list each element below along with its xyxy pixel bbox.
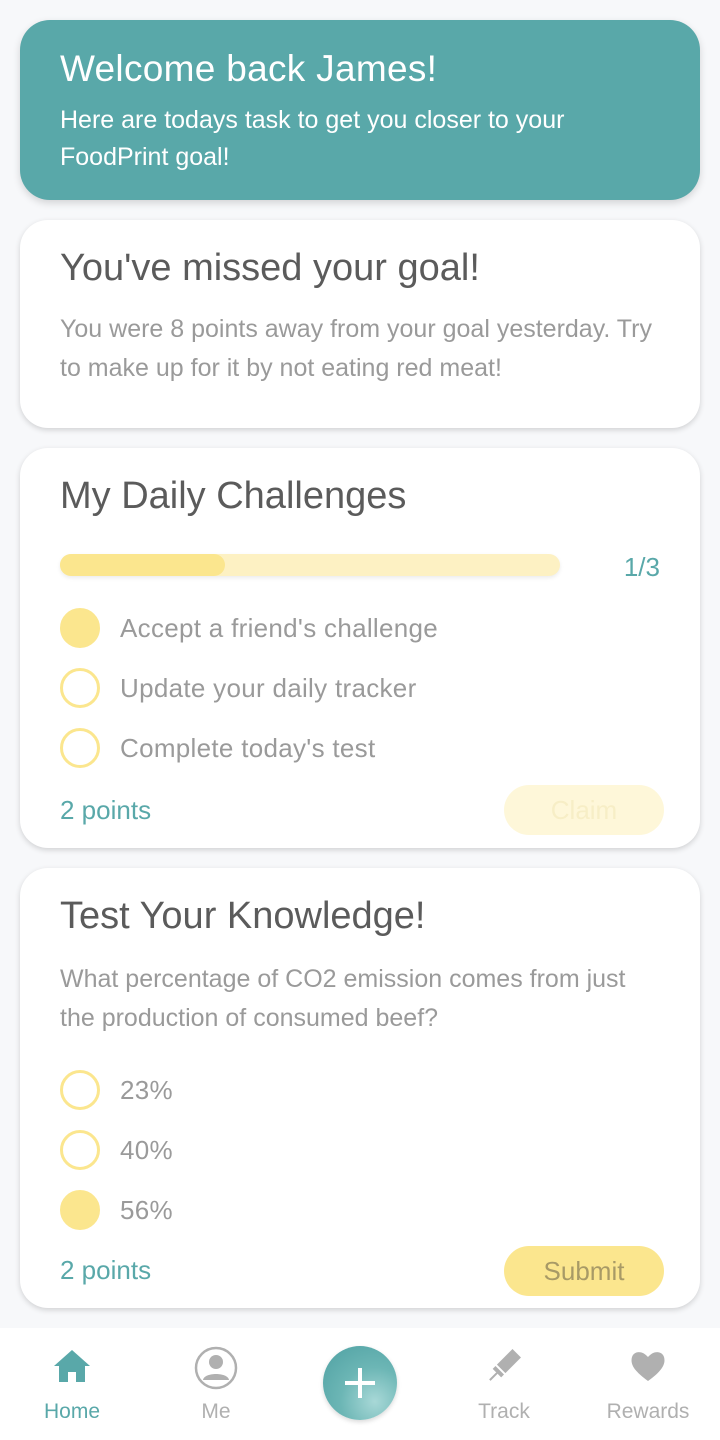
pencil-icon	[484, 1346, 524, 1391]
missed-goal-title: You've missed your goal!	[60, 247, 480, 289]
quiz-radio[interactable]	[60, 1130, 100, 1170]
nav-me[interactable]: Me	[144, 1328, 288, 1440]
challenge-check[interactable]	[60, 728, 100, 768]
quiz-option-label: 40%	[120, 1134, 173, 1165]
challenge-label: Update your daily tracker	[120, 672, 417, 703]
profile-icon	[194, 1346, 238, 1395]
challenge-item[interactable]: Complete today's test	[60, 718, 438, 778]
daily-challenges-title: My Daily Challenges	[60, 475, 407, 517]
nav-track-label: Track	[478, 1400, 530, 1423]
challenge-item[interactable]: Update your daily tracker	[60, 658, 438, 718]
progress-count: 1/3	[623, 552, 660, 582]
nav-rewards-label: Rewards	[606, 1400, 690, 1423]
challenge-list: Accept a friend's challenge Update your …	[60, 598, 438, 778]
quiz-question: What percentage of CO2 emission comes fr…	[60, 965, 626, 1032]
heart-icon	[628, 1346, 668, 1391]
quiz-radio[interactable]	[60, 1190, 100, 1230]
challenge-points: 2 points	[60, 795, 152, 825]
add-button[interactable]	[323, 1346, 397, 1420]
challenge-check[interactable]	[60, 668, 100, 708]
quiz-option[interactable]: 40%	[60, 1120, 173, 1180]
missed-goal-card: You've missed your goal! You were 8 poin…	[20, 220, 700, 428]
challenge-label: Accept a friend's challenge	[120, 612, 439, 643]
home-icon	[52, 1346, 92, 1391]
nav-track[interactable]: Track	[432, 1328, 576, 1440]
welcome-title: Welcome back James!	[60, 48, 438, 89]
quiz-options: 23% 40% 56%	[60, 1060, 173, 1240]
quiz-radio[interactable]	[60, 1070, 100, 1110]
progress-track	[60, 554, 560, 576]
claim-button[interactable]: Claim	[504, 785, 664, 835]
submit-button[interactable]: Submit	[504, 1246, 664, 1296]
challenge-check[interactable]	[60, 608, 100, 648]
plus-icon	[345, 1368, 375, 1398]
nav-home-label: Home	[43, 1400, 101, 1423]
challenge-progress: 1/3	[60, 552, 660, 582]
nav-home[interactable]: Home	[0, 1328, 144, 1440]
progress-fill	[60, 554, 225, 576]
quiz-option[interactable]: 56%	[60, 1180, 173, 1240]
quiz-option-label: 23%	[120, 1074, 173, 1105]
daily-challenges-card: My Daily Challenges 1/3 Accept a friend'…	[20, 448, 700, 848]
challenge-label: Complete today's test	[120, 732, 376, 763]
nav-rewards[interactable]: Rewards	[576, 1328, 720, 1440]
challenge-item[interactable]: Accept a friend's challenge	[60, 598, 438, 658]
missed-goal-message: You were 8 points away from your goal ye…	[60, 315, 652, 382]
home-screen: Welcome back James! Here are todays task…	[0, 0, 720, 1440]
welcome-subtitle: Here are todays task to get you closer t…	[60, 106, 565, 171]
quiz-points: 2 points	[60, 1255, 152, 1285]
quiz-card: Test Your Knowledge! What percentage of …	[20, 868, 700, 1308]
quiz-title: Test Your Knowledge!	[60, 895, 426, 937]
bottom-navigation: Home Me Track Rewards	[0, 1328, 720, 1440]
welcome-banner: Welcome back James! Here are todays task…	[20, 20, 700, 200]
quiz-option[interactable]: 23%	[60, 1060, 173, 1120]
nav-me-label: Me	[201, 1400, 231, 1423]
quiz-option-label: 56%	[120, 1194, 173, 1225]
